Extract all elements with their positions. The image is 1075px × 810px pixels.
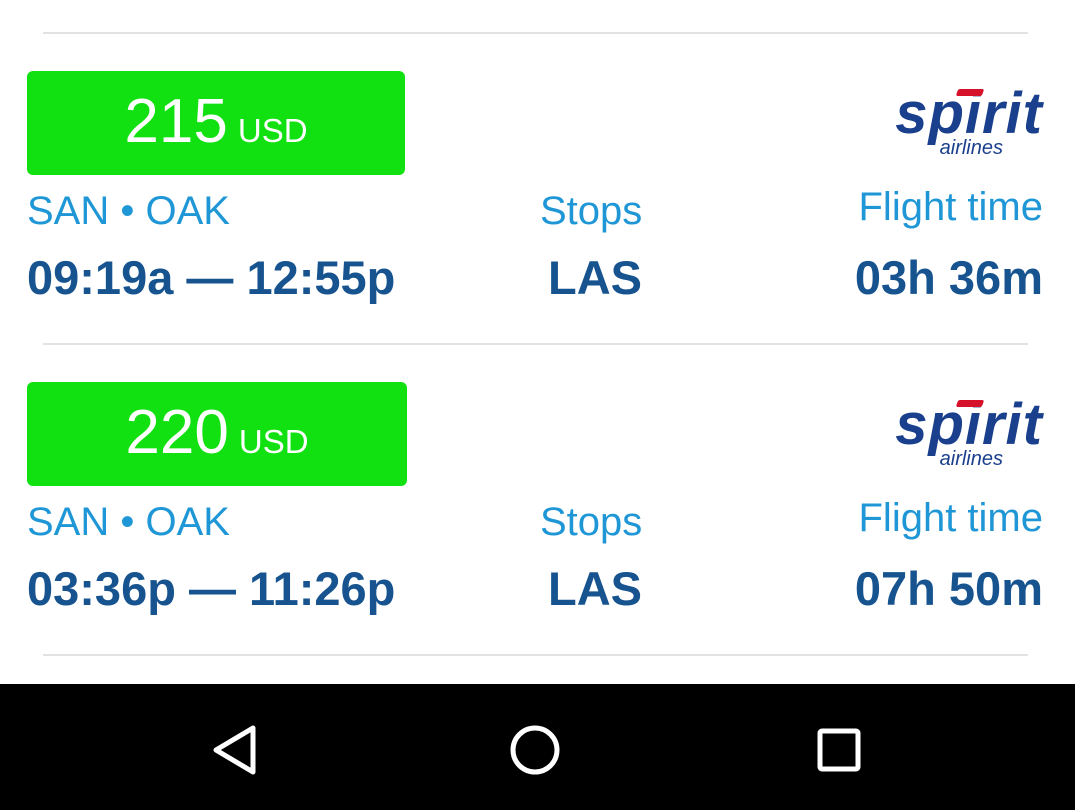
route: SAN • OAK bbox=[27, 189, 230, 233]
home-icon[interactable] bbox=[505, 720, 565, 780]
price-currency: USD bbox=[238, 423, 309, 460]
recents-icon[interactable] bbox=[809, 720, 869, 780]
back-icon[interactable] bbox=[204, 720, 264, 780]
flight-time-label: Flight time bbox=[858, 496, 1044, 540]
airline-logo: spirit airlines bbox=[847, 85, 1043, 160]
departure-arrival-times: 03:36p — 11:26p bbox=[27, 562, 396, 615]
screen: 215 USD spirit airlines SAN • OAK 09:19a… bbox=[0, 0, 1075, 810]
flight-card[interactable]: 220 USD spirit airlines SAN • OAK 03:36p… bbox=[0, 382, 1075, 632]
divider bbox=[43, 32, 1028, 34]
airline-logo-sub: airlines bbox=[939, 448, 1003, 470]
navigation-bar bbox=[0, 684, 1075, 810]
stops-value: LAS bbox=[548, 562, 642, 615]
flight-card[interactable]: 215 USD spirit airlines SAN • OAK 09:19a… bbox=[0, 71, 1075, 321]
flight-time-value: 03h 36m bbox=[854, 251, 1043, 304]
flight-results-list: 215 USD spirit airlines SAN • OAK 09:19a… bbox=[0, 0, 1075, 684]
route: SAN • OAK bbox=[27, 500, 230, 544]
price-badge[interactable]: 220 USD bbox=[27, 382, 407, 486]
flight-time-value: 07h 50m bbox=[854, 562, 1043, 615]
stops-value: LAS bbox=[548, 251, 642, 304]
divider bbox=[43, 654, 1028, 656]
stops-label: Stops bbox=[540, 189, 643, 233]
price-badge[interactable]: 215 USD bbox=[27, 71, 405, 175]
price-amount: 220 bbox=[125, 398, 229, 467]
departure-arrival-times: 09:19a — 12:55p bbox=[27, 251, 396, 304]
airline-logo-sub: airlines bbox=[939, 137, 1003, 159]
airline-logo-accent bbox=[955, 89, 985, 96]
divider bbox=[43, 343, 1028, 345]
airline-logo-accent bbox=[955, 400, 985, 407]
price-currency: USD bbox=[237, 112, 308, 149]
stops-label: Stops bbox=[540, 500, 643, 544]
airline-logo: spirit airlines bbox=[847, 396, 1043, 471]
price-amount: 215 bbox=[124, 87, 228, 156]
flight-time-label: Flight time bbox=[858, 185, 1044, 229]
